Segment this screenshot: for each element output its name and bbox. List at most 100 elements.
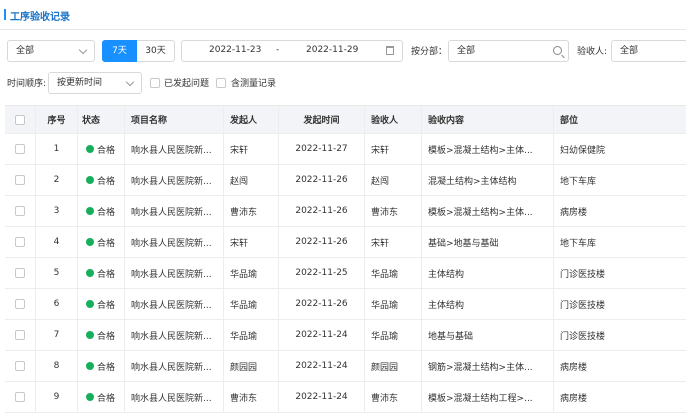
cell-acceptor: 华品瑜 — [364, 258, 421, 288]
filter-row-1: 全部 7天 30天 2022-11-23 - 2022-11-29 按分部： 全… — [0, 40, 686, 62]
acceptor-text: 曹沛东 — [371, 393, 399, 404]
select-all-cell — [5, 106, 35, 133]
cell-acceptor: 宋轩 — [364, 134, 421, 164]
location-text: 门诊医技楼 — [560, 300, 606, 311]
row-checkbox[interactable] — [15, 299, 25, 309]
cell-acceptor: 华品瑜 — [364, 289, 421, 319]
range-7d-button[interactable]: 7天 — [102, 40, 137, 62]
search-icon — [553, 46, 562, 55]
date-end[interactable]: 2022-11-29 — [306, 45, 358, 55]
status-text: 合格 — [97, 331, 116, 342]
row-checkbox-cell — [5, 289, 35, 319]
status-dot-icon — [86, 176, 94, 184]
measure-checkbox[interactable] — [216, 78, 226, 88]
cell-content: 主体结构 — [421, 258, 553, 288]
time-order-select[interactable]: 按更新时间 — [48, 72, 142, 94]
row-checkbox-cell — [5, 382, 35, 412]
cell-no: 1 — [35, 134, 77, 164]
time-text: 2022-11-25 — [295, 268, 348, 278]
cell-location: 病房楼 — [553, 382, 686, 412]
acceptor-text: 赵闯 — [371, 176, 390, 187]
cell-time: 2022-11-24 — [278, 382, 364, 412]
col-header[interactable]: 序号 — [35, 106, 77, 133]
cell-content: 混凝土结构>主体结构 — [421, 165, 553, 195]
project-text: 响水县人民医院新... — [131, 362, 212, 373]
project-text: 响水县人民医院新... — [131, 300, 212, 311]
col-header[interactable]: 状态 — [77, 106, 124, 133]
col-header[interactable]: 项目名称 — [124, 106, 223, 133]
issue-checkbox[interactable] — [150, 78, 160, 88]
location-text: 地下车库 — [560, 238, 597, 249]
time-order-value: 按更新时间 — [57, 78, 103, 88]
cell-no: 9 — [35, 382, 77, 412]
col-header[interactable]: 部位 — [553, 106, 686, 133]
cell-time: 2022-11-24 — [278, 351, 364, 381]
acceptor-text: 颜园园 — [371, 362, 399, 373]
table-row[interactable]: 4 合格 响水县人民医院新... 宋轩 2022-11-26 宋轩 基础>地基与基础 地下车库 — [5, 227, 686, 258]
records-table: 序号 状态 项目名称 发起人 发起时间 验收人 验收内容 部位 1 合格 响水县人民… — [5, 105, 686, 413]
col-header[interactable]: 发起人 — [223, 106, 278, 133]
project-text: 响水县人民医院新... — [131, 269, 212, 280]
table-row[interactable]: 6 合格 响水县人民医院新... 华品瑜 2022-11-26 华品瑜 主体结构 门诊医技楼 — [5, 289, 686, 320]
location-text: 门诊医技楼 — [560, 269, 606, 280]
cell-initiator: 宋轩 — [223, 134, 278, 164]
initiator-text: 曹沛东 — [230, 393, 258, 404]
cell-acceptor: 曹沛东 — [364, 196, 421, 226]
row-checkbox[interactable] — [15, 175, 25, 185]
table-row[interactable]: 5 合格 响水县人民医院新... 华品瑜 2022-11-25 华品瑜 主体结构 门诊医技楼 — [5, 258, 686, 289]
date-start[interactable]: 2022-11-23 — [209, 45, 261, 55]
status-text: 合格 — [97, 176, 116, 187]
cell-time: 2022-11-26 — [278, 165, 364, 195]
col-header[interactable]: 验收人 — [364, 106, 421, 133]
row-checkbox[interactable] — [15, 361, 25, 371]
cell-status: 合格 — [77, 351, 124, 381]
table-row[interactable]: 8 合格 响水县人民医院新... 颜园园 2022-11-24 颜园园 钢筋>混凝土结构>主… — [5, 351, 686, 382]
date-range-picker[interactable]: 2022-11-23 - 2022-11-29 — [181, 40, 403, 62]
row-checkbox[interactable] — [15, 330, 25, 340]
table-row[interactable]: 2 合格 响水县人民医院新... 赵闯 2022-11-26 赵闯 混凝土结构>主体结构 地下… — [5, 165, 686, 196]
cell-acceptor: 颜园园 — [364, 351, 421, 381]
partition-select[interactable]: 全部 — [448, 40, 569, 62]
project-select-value: 全部 — [16, 46, 35, 56]
project-select[interactable]: 全部 — [7, 40, 95, 62]
cell-location: 妇幼保健院 — [553, 134, 686, 164]
initiator-text: 曹沛东 — [230, 207, 258, 218]
status-text: 合格 — [97, 269, 116, 280]
table-row[interactable]: 7 合格 响水县人民医院新... 华品瑜 2022-11-24 华品瑜 地基与基础 门诊医技楼 — [5, 320, 686, 351]
no-text: 8 — [53, 361, 60, 371]
cell-initiator: 曹沛东 — [223, 196, 278, 226]
page-header: 工序验收记录 — [0, 0, 686, 30]
row-checkbox[interactable] — [15, 237, 25, 247]
table-header-row: 序号 状态 项目名称 发起人 发起时间 验收人 验收内容 部位 — [5, 106, 686, 134]
cell-project: 响水县人民医院新... — [124, 258, 223, 288]
acceptor-select[interactable]: 全部 — [611, 40, 686, 62]
col-header[interactable]: 验收内容 — [421, 106, 553, 133]
location-text: 妇幼保健院 — [560, 145, 606, 156]
row-checkbox[interactable] — [15, 268, 25, 278]
location-text: 病房楼 — [560, 362, 588, 373]
cell-initiator: 华品瑜 — [223, 289, 278, 319]
row-checkbox[interactable] — [15, 144, 25, 154]
row-checkbox[interactable] — [15, 206, 25, 216]
cell-initiator: 颜园园 — [223, 351, 278, 381]
table-row[interactable]: 9 合格 响水县人民医院新... 曹沛东 2022-11-24 曹沛东 模板>混凝土结构工程… — [5, 382, 686, 413]
project-text: 响水县人民医院新... — [131, 176, 212, 187]
cell-time: 2022-11-25 — [278, 258, 364, 288]
cell-location: 病房楼 — [553, 196, 686, 226]
col-header[interactable]: 发起时间 — [278, 106, 364, 133]
chevron-down-icon — [78, 45, 88, 55]
acceptor-text: 曹沛东 — [371, 207, 399, 218]
range-30d-button[interactable]: 30天 — [137, 40, 175, 62]
time-text: 2022-11-26 — [295, 237, 348, 247]
cell-acceptor: 曹沛东 — [364, 382, 421, 412]
row-checkbox-cell — [5, 258, 35, 288]
table-row[interactable]: 1 合格 响水县人民医院新... 宋轩 2022-11-27 宋轩 模板>混凝土结构>主体.… — [5, 134, 686, 165]
status-dot-icon — [86, 362, 94, 370]
location-text: 病房楼 — [560, 207, 588, 218]
table-row[interactable]: 3 合格 响水县人民医院新... 曹沛东 2022-11-26 曹沛东 模板>混凝土结构>主… — [5, 196, 686, 227]
date-separator: - — [276, 45, 280, 55]
cell-initiator: 宋轩 — [223, 227, 278, 257]
status-dot-icon — [86, 207, 94, 215]
row-checkbox[interactable] — [15, 392, 25, 402]
select-all-checkbox[interactable] — [15, 114, 25, 125]
